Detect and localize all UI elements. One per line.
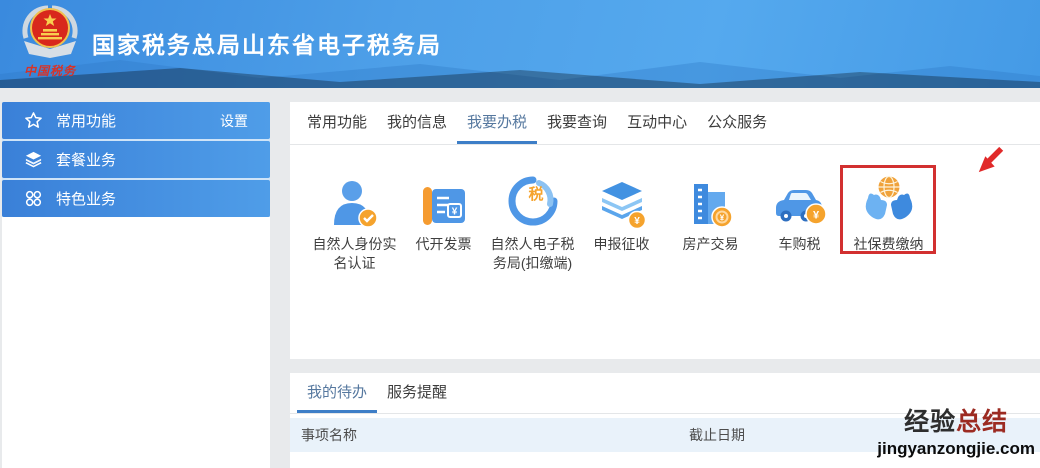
tab-i-want-to-file-tax[interactable]: 我要办税 [457, 102, 538, 144]
svg-text:¥: ¥ [812, 210, 819, 222]
service-label: 自然人电子税务局(扣缴端) [490, 236, 575, 271]
tab-my-todo[interactable]: 我的待办 [297, 373, 378, 413]
tab-my-info[interactable]: 我的信息 [377, 102, 457, 144]
tax-circle-icon: 税 [508, 176, 557, 226]
service-label: 房产交易 [682, 236, 739, 252]
hands-globe-icon [865, 175, 912, 220]
service-real-estate-transaction[interactable]: ¥ 房产交易 [666, 172, 755, 273]
site-header: 中国税务 国家税务总局山东省电子税务局 [0, 0, 1040, 88]
tab-common-functions[interactable]: 常用功能 [297, 102, 377, 144]
star-icon [25, 112, 42, 128]
logo-caption: 中国税务 [23, 64, 76, 78]
service-social-insurance-payment[interactable]: 社保费缴纳 [840, 165, 936, 273]
service-label: 车购税 [778, 236, 821, 252]
building-coin-icon: ¥ [693, 184, 733, 228]
red-annotation-arrow-icon [978, 146, 1004, 173]
national-emblem-icon [22, 5, 78, 58]
sidebar-item-label: 套餐业务 [56, 152, 117, 169]
grid-circles-icon [25, 190, 42, 207]
service-person-identity-verification[interactable]: 自然人身份实名认证 [310, 172, 399, 273]
tax-bureau-logo: 中国税务 [13, 3, 87, 79]
service-invoice-issuance[interactable]: ¥ 代开发票 [399, 172, 488, 273]
service-vehicle-purchase-tax[interactable]: ¥ 车购税 [755, 172, 844, 273]
sidebar-item-package-business[interactable]: 套餐业务 [2, 141, 270, 178]
svg-text:¥: ¥ [719, 214, 724, 223]
watermark-title: 经验总结 [904, 408, 1009, 436]
sidebar-item-label: 特色业务 [56, 191, 117, 208]
column-header-deadline: 截止日期 [689, 427, 745, 443]
sidebar: 常用功能 设置 套餐业务 特色业务 [2, 102, 270, 468]
watermark: 经验总结 jingyanzongjie.com [877, 408, 1035, 458]
service-label: 社保费缴纳 [853, 236, 924, 252]
person-verified-icon [333, 181, 378, 228]
service-natural-person-etax-bureau[interactable]: 税 自然人电子税务局(扣缴端) [488, 172, 577, 273]
service-label: 自然人身份实名认证 [312, 236, 397, 271]
watermark-url: jingyanzongjie.com [877, 439, 1035, 458]
sidebar-list: 常用功能 设置 套餐业务 特色业务 [2, 102, 270, 217]
sidebar-item-label: 常用功能 [56, 113, 117, 130]
service-grid: 自然人身份实名认证 ¥ 代开发票 税 自然人电子税务局(扣缴端) ¥ 申报征收 … [290, 145, 1040, 273]
invoice-icon: ¥ [422, 187, 465, 225]
page-title: 国家税务总局山东省电子税务局 [92, 32, 442, 58]
main-panel: 常用功能 我的信息 我要办税 我要查询 互动中心 公众服务 自然人身份实名认证 [290, 102, 1040, 359]
page: 中国税务 国家税务总局山东省电子税务局 常用功能 设置 套餐业务 特色业务 常用… [0, 0, 1040, 468]
settings-button[interactable]: 设置 [220, 111, 270, 131]
layers-yen-icon: ¥ [601, 182, 646, 230]
svg-text:税: 税 [528, 185, 543, 203]
service-label: 申报征收 [593, 236, 650, 252]
service-declaration-collection[interactable]: ¥ 申报征收 [577, 172, 666, 273]
service-label: 代开发票 [415, 236, 472, 252]
sidebar-item-common-functions[interactable]: 常用功能 设置 [2, 102, 270, 139]
svg-text:¥: ¥ [634, 216, 640, 227]
column-header-item-name: 事项名称 [301, 427, 357, 443]
main-tabbar: 常用功能 我的信息 我要办税 我要查询 互动中心 公众服务 [290, 102, 1040, 145]
tab-i-want-to-query[interactable]: 我要查询 [537, 102, 617, 144]
tab-interaction-center[interactable]: 互动中心 [617, 102, 697, 144]
sidebar-item-featured-business[interactable]: 特色业务 [2, 180, 270, 217]
svg-text:¥: ¥ [451, 207, 457, 218]
tab-public-services[interactable]: 公众服务 [697, 102, 777, 144]
car-yen-icon: ¥ [775, 190, 827, 225]
tab-service-reminder[interactable]: 服务提醒 [377, 373, 457, 413]
layers-icon [25, 151, 42, 168]
